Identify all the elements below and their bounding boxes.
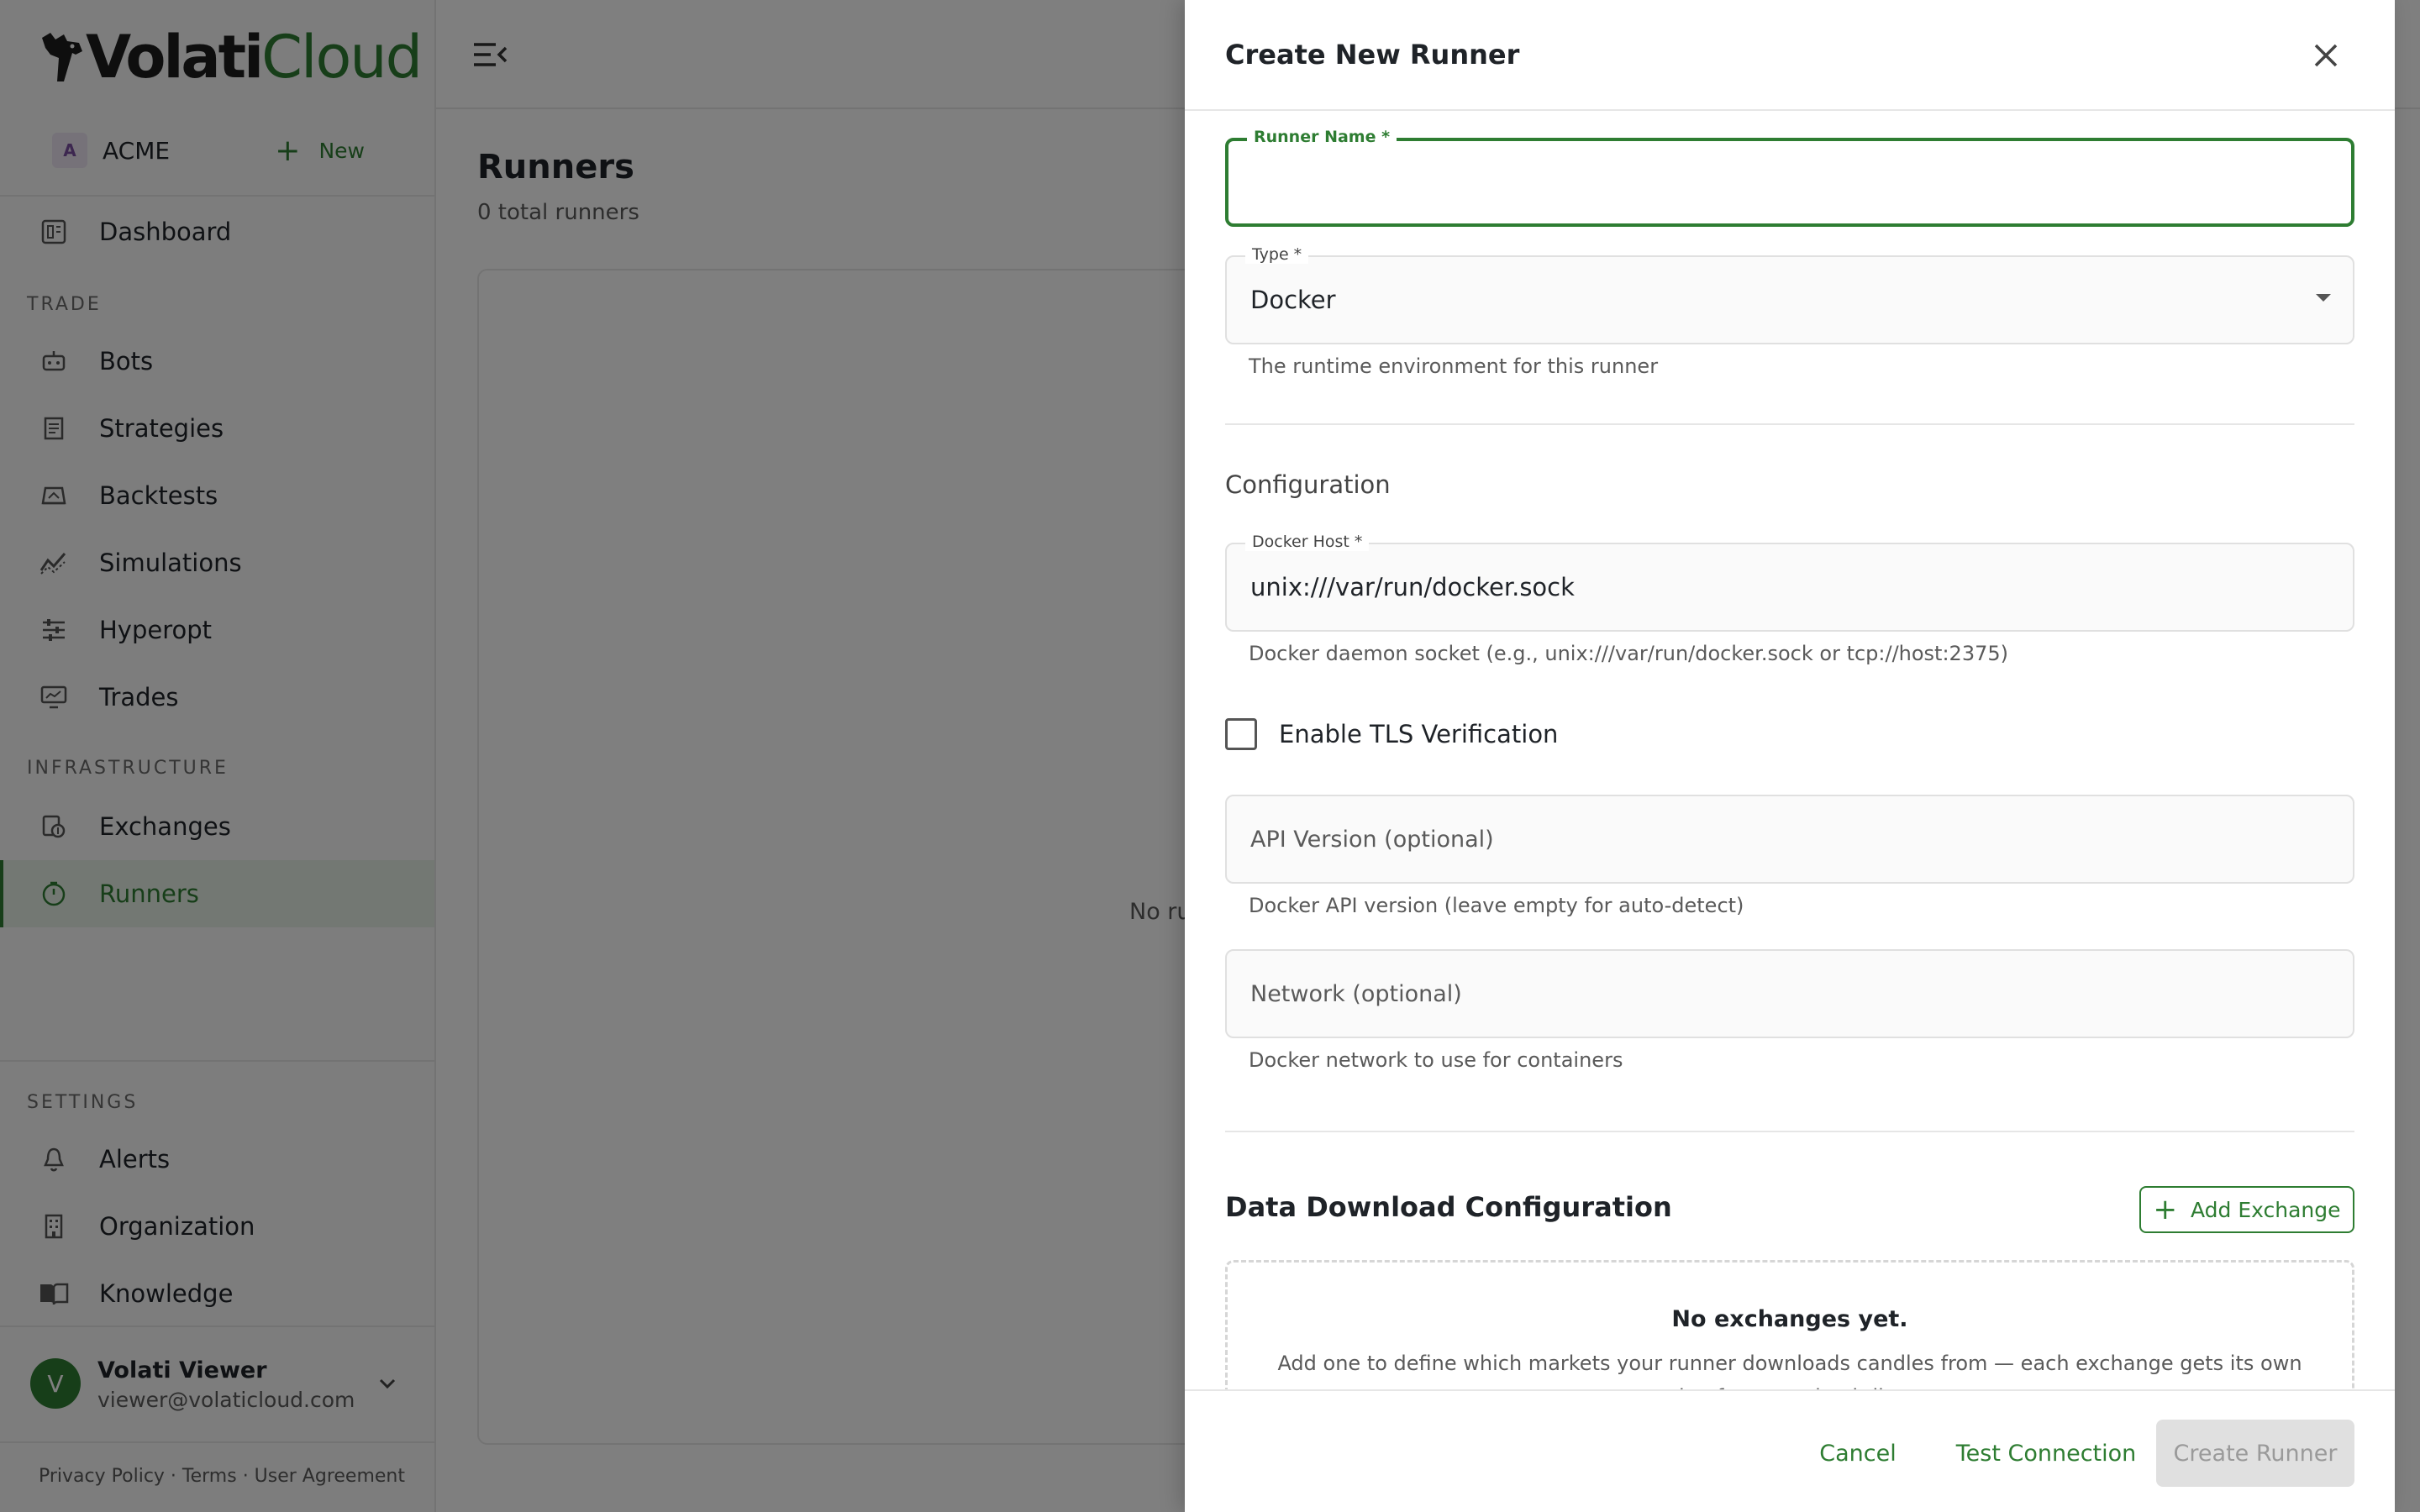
type-select[interactable]: Type * Docker (1225, 245, 2354, 344)
tls-checkbox-label: Enable TLS Verification (1279, 720, 1559, 748)
add-exchange-button[interactable]: + Add Exchange (2139, 1186, 2354, 1233)
tls-checkbox-row[interactable]: Enable TLS Verification (1225, 716, 1558, 753)
create-runner-drawer: Create New Runner Runner Name * Type * D… (1185, 0, 2395, 1512)
api-version-field[interactable]: API Version (optional) (1225, 795, 2354, 884)
caret-down-icon (2316, 294, 2331, 302)
close-icon[interactable] (2307, 37, 2344, 74)
type-helper: The runtime environment for this runner (1249, 354, 1659, 378)
type-value: Docker (1250, 286, 1336, 314)
docker-host-value: unix:///var/run/docker.sock (1250, 573, 1575, 601)
no-exchanges-title: No exchanges yet. (1671, 1306, 1908, 1332)
docker-host-helper: Docker daemon socket (e.g., unix:///var/… (1249, 642, 2008, 665)
drawer-title: Create New Runner (1225, 39, 1520, 71)
section-divider (1225, 1131, 2354, 1132)
tls-checkbox[interactable] (1225, 718, 1257, 750)
add-exchange-label: Add Exchange (2190, 1197, 2341, 1222)
network-helper: Docker network to use for containers (1249, 1048, 1623, 1072)
runner-name-field[interactable]: Runner Name * (1225, 128, 2354, 227)
api-version-helper: Docker API version (leave empty for auto… (1249, 894, 1744, 917)
test-connection-button[interactable]: Test Connection (1933, 1420, 2160, 1487)
data-download-heading: Data Download Configuration (1225, 1191, 1672, 1223)
create-runner-button[interactable]: Create Runner (2156, 1420, 2354, 1487)
api-version-placeholder: API Version (optional) (1250, 826, 1494, 853)
section-divider (1225, 423, 2354, 425)
network-placeholder: Network (optional) (1250, 980, 1462, 1007)
docker-host-field[interactable]: Docker Host * unix:///var/run/docker.soc… (1225, 533, 2354, 632)
plus-icon: + (2153, 1193, 2177, 1226)
network-field[interactable]: Network (optional) (1225, 949, 2354, 1038)
drawer-header: Create New Runner (1185, 0, 2395, 111)
configuration-heading: Configuration (1225, 470, 1391, 499)
cancel-button[interactable]: Cancel (1795, 1420, 1921, 1487)
drawer-footer: Cancel Test Connection Create Runner (1185, 1389, 2395, 1512)
runner-name-label: Runner Name * (1247, 128, 1397, 146)
